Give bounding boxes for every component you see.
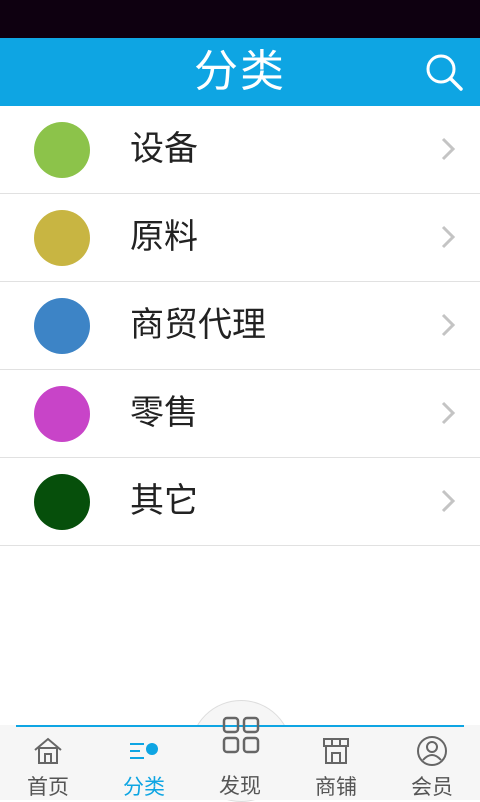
tab-home[interactable]: 首页 — [0, 727, 96, 800]
chevron-right-icon — [441, 313, 456, 337]
category-label: 零售 — [130, 393, 198, 433]
tab-label: 会员 — [411, 775, 453, 799]
category-row-materials[interactable]: 原料 — [0, 194, 480, 282]
category-label: 其它 — [130, 481, 198, 521]
home-icon — [34, 737, 62, 764]
status-bar — [0, 0, 480, 38]
category-row-other[interactable]: 其它 — [0, 458, 480, 546]
category-label: 商贸代理 — [130, 305, 266, 345]
chevron-right-icon — [441, 401, 456, 425]
category-color-dot — [34, 298, 90, 354]
category-label: 原料 — [130, 217, 198, 257]
tab-discover[interactable]: 发现 — [190, 700, 290, 800]
grid-icon — [222, 716, 260, 754]
tab-label: 分类 — [123, 775, 165, 799]
tab-label: 商铺 — [315, 775, 357, 799]
tab-member[interactable]: 会员 — [384, 727, 480, 800]
store-icon — [323, 738, 349, 764]
user-icon — [417, 736, 447, 766]
search-button[interactable] — [422, 50, 466, 94]
category-row-equipment[interactable]: 设备 — [0, 106, 480, 194]
category-color-dot — [34, 210, 90, 266]
search-icon — [426, 54, 463, 91]
category-icon — [130, 743, 158, 759]
category-list: 设备 原料 商贸代理 零售 其它 — [0, 106, 480, 546]
chevron-right-icon — [441, 137, 456, 161]
chevron-right-icon — [441, 225, 456, 249]
tab-shop[interactable]: 商铺 — [288, 727, 384, 800]
category-label: 设备 — [130, 129, 198, 169]
category-color-dot — [34, 122, 90, 178]
header-bar: 分类 — [0, 38, 480, 106]
tab-category[interactable]: 分类 — [96, 727, 192, 800]
category-color-dot — [34, 386, 90, 442]
tab-label: 首页 — [27, 775, 69, 799]
tab-label: 发现 — [219, 774, 261, 798]
category-row-retail[interactable]: 零售 — [0, 370, 480, 458]
category-color-dot — [34, 474, 90, 530]
page-title: 分类 — [194, 46, 286, 97]
chevron-right-icon — [441, 489, 456, 513]
category-row-trade-agency[interactable]: 商贸代理 — [0, 282, 480, 370]
